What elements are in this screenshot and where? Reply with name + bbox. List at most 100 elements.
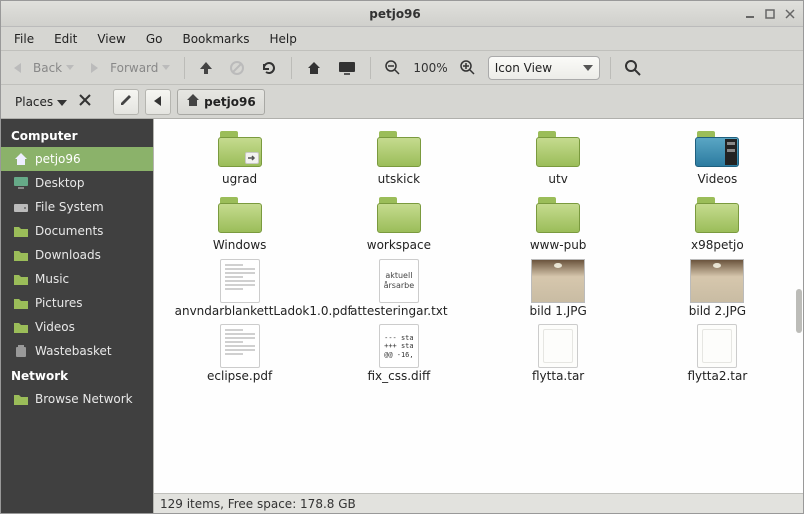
zoom-level[interactable]: 100% [411,61,449,75]
arrow-left-icon [13,62,29,74]
file-thumbnail: --- sta +++ sta @@ -16, [372,324,426,368]
computer-button[interactable] [334,58,360,78]
sidebar-item-music[interactable]: Music [1,267,153,291]
zoom-in-button[interactable] [456,57,480,79]
file-thumbnail: aktuell årsarbe [372,259,426,303]
places-header[interactable]: Places [9,93,73,111]
sidebar-item-wastebasket[interactable]: Wastebasket [1,339,153,363]
file-thumbnail [690,324,744,368]
drive-icon [13,199,29,215]
folder-icon [13,295,29,311]
file-thumbnail [690,259,744,303]
file-label: flytta.tar [532,370,584,384]
file-thumbnail [372,193,426,237]
file-thumbnail [213,259,267,303]
desktop-icon [13,175,29,191]
window-maximize-button[interactable] [763,7,777,21]
stop-button[interactable] [225,57,249,79]
sidebar-item-home[interactable]: petjo96 [1,147,153,171]
sidebar-item-label: Wastebasket [35,344,112,358]
sidebar: Computer petjo96 Desktop File System Doc… [1,119,153,513]
file-item[interactable]: eclipse.pdf [162,322,317,386]
search-button[interactable] [621,57,645,79]
file-item[interactable]: bild 1.JPG [481,257,636,321]
file-label: bild 2.JPG [689,305,746,319]
view-mode-label: Icon View [495,61,552,75]
stop-icon [229,60,245,76]
statusbar: 129 items, Free space: 178.8 GB [154,493,803,513]
reload-button[interactable] [257,57,281,79]
home-icon [186,93,200,110]
file-item[interactable]: --- sta +++ sta @@ -16,fix_css.diff [321,322,476,386]
sidebar-item-label: Documents [35,224,103,238]
sidebar-item-downloads[interactable]: Downloads [1,243,153,267]
sidebar-item-documents[interactable]: Documents [1,219,153,243]
menu-bookmarks[interactable]: Bookmarks [173,29,258,49]
titlebar: petjo96 [1,1,803,27]
icon-view[interactable]: ugrad utskickutvVideos Windowsworkspacewww… [154,119,803,493]
file-item[interactable]: flytta2.tar [640,322,795,386]
file-thumbnail [690,193,744,237]
menu-edit[interactable]: Edit [45,29,86,49]
file-item[interactable]: workspace [321,191,476,255]
close-panel-button[interactable] [79,94,91,109]
file-thumbnail [531,324,585,368]
zoom-out-button[interactable] [381,57,405,79]
sidebar-item-videos[interactable]: Videos [1,315,153,339]
file-thumbnail [213,127,267,171]
chevron-down-icon [583,65,593,71]
home-icon [306,60,322,76]
menu-file[interactable]: File [5,29,43,49]
back-button[interactable]: Back [9,58,78,78]
menu-help[interactable]: Help [261,29,306,49]
sidebar-item-label: Pictures [35,296,83,310]
view-mode-select[interactable]: Icon View [488,56,600,80]
path-prev-button[interactable] [145,89,171,115]
sidebar-item-filesystem[interactable]: File System [1,195,153,219]
sidebar-header-network: Network [1,363,153,387]
file-item[interactable]: utskick [321,125,476,189]
sidebar-item-label: petjo96 [35,152,81,166]
window-title: petjo96 [47,7,743,21]
toolbar: Back Forward 100% Icon View [1,51,803,85]
search-icon [625,60,641,76]
file-item[interactable]: utv [481,125,636,189]
sidebar-item-browse-network[interactable]: Browse Network [1,387,153,411]
monitor-icon [338,61,356,75]
file-item[interactable]: bild 2.JPG [640,257,795,321]
path-segment-label: petjo96 [204,95,256,109]
file-item[interactable]: Videos [640,125,795,189]
scrollbar[interactable] [796,289,802,333]
file-item[interactable]: anvndarblankettLadok1.0.pdf [162,257,317,321]
path-segment-home[interactable]: petjo96 [177,89,265,115]
back-label: Back [33,61,62,75]
forward-button[interactable]: Forward [86,58,174,78]
sidebar-item-desktop[interactable]: Desktop [1,171,153,195]
home-button[interactable] [302,57,326,79]
window-minimize-button[interactable] [743,7,757,21]
chevron-down-icon [162,65,170,71]
file-item[interactable]: ugrad [162,125,317,189]
file-item[interactable]: aktuell årsarbeattesteringar.txt [321,257,476,321]
sidebar-header-computer: Computer [1,123,153,147]
sidebar-item-label: Music [35,272,69,286]
window-close-button[interactable] [783,7,797,21]
zoom-out-icon [385,60,401,76]
sidebar-item-pictures[interactable]: Pictures [1,291,153,315]
chevron-down-icon [57,95,67,109]
path-edit-button[interactable] [113,89,139,115]
menu-go[interactable]: Go [137,29,172,49]
file-item[interactable]: Windows [162,191,317,255]
up-button[interactable] [195,58,217,78]
file-item[interactable]: www-pub [481,191,636,255]
file-item[interactable]: x98petjo [640,191,795,255]
menu-view[interactable]: View [88,29,134,49]
file-label: ugrad [222,173,257,187]
folder-icon [13,223,29,239]
file-item[interactable]: flytta.tar [481,322,636,386]
folder-icon [13,391,29,407]
sidebar-item-label: Downloads [35,248,101,262]
chevron-down-icon [66,65,74,71]
file-label: anvndarblankettLadok1.0.pdf [175,305,305,319]
file-label: flytta2.tar [687,370,747,384]
